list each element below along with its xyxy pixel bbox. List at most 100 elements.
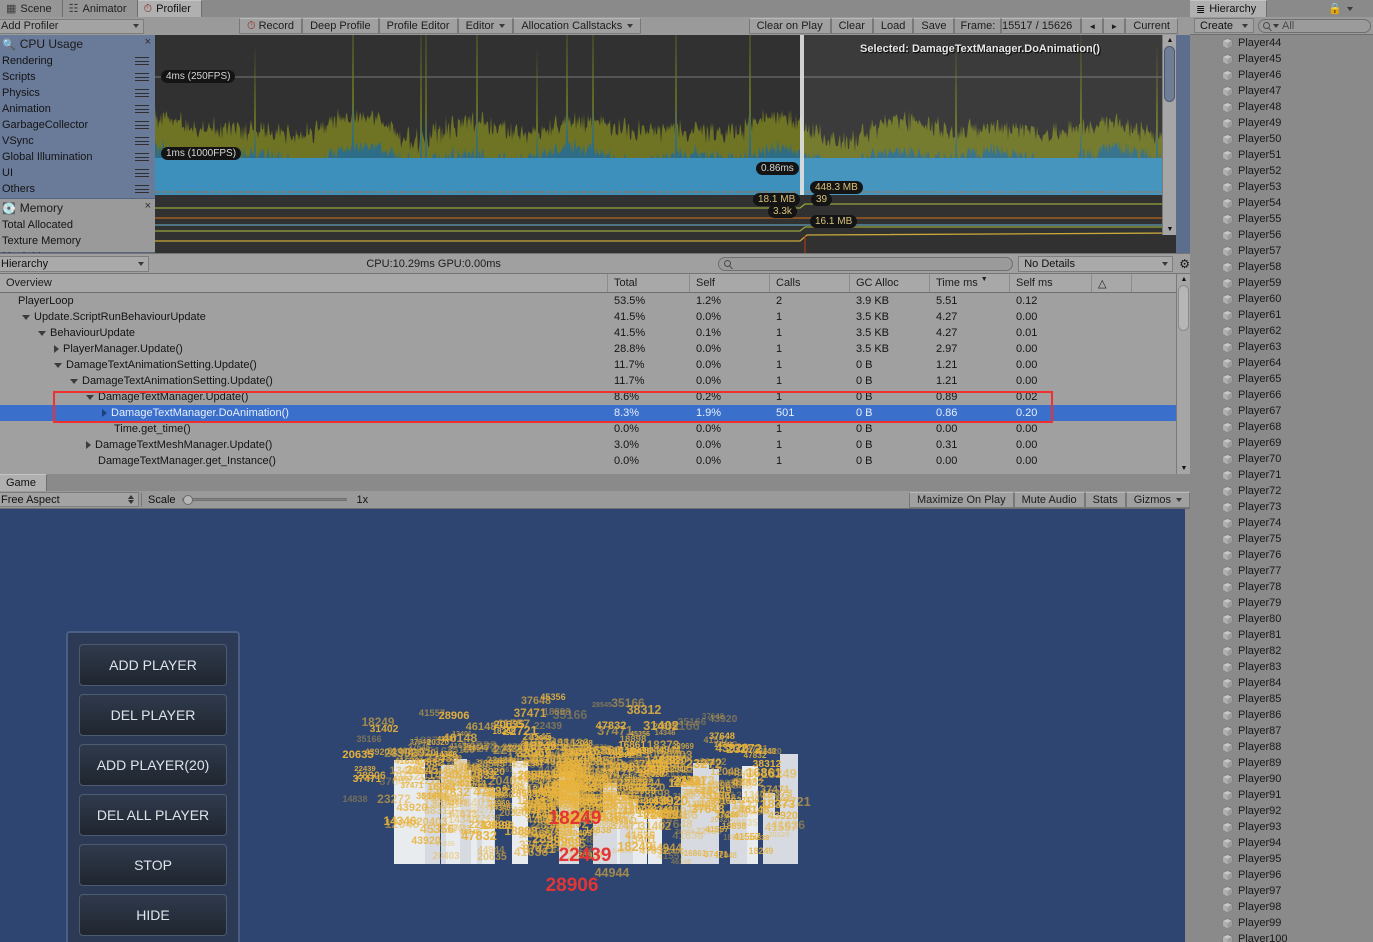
hierarchy-item[interactable]: Player63 bbox=[1190, 339, 1373, 355]
legend-vsync[interactable]: VSync bbox=[0, 133, 155, 149]
col-time-ms[interactable]: Time ms ▼ bbox=[930, 274, 1010, 292]
legend-physics[interactable]: Physics bbox=[0, 85, 155, 101]
hierarchy-item[interactable]: Player61 bbox=[1190, 307, 1373, 323]
hierarchy-item[interactable]: Player69 bbox=[1190, 435, 1373, 451]
hierarchy-item[interactable]: Player76 bbox=[1190, 547, 1373, 563]
hierarchy-item[interactable]: Player80 bbox=[1190, 611, 1373, 627]
hierarchy-item[interactable]: Player51 bbox=[1190, 147, 1373, 163]
hierarchy-item[interactable]: Player81 bbox=[1190, 627, 1373, 643]
hierarchy-search-input[interactable]: All bbox=[1258, 18, 1371, 33]
hierarchy-item[interactable]: Player97 bbox=[1190, 883, 1373, 899]
table-row[interactable]: DamageTextManager.get_Instance() 0.0% 0.0%… bbox=[0, 453, 1190, 469]
hierarchy-item[interactable]: Player49 bbox=[1190, 115, 1373, 131]
hierarchy-item[interactable]: Player73 bbox=[1190, 499, 1373, 515]
expand-toggle-closed-icon[interactable] bbox=[54, 345, 59, 353]
legend-global-illumination[interactable]: Global Illumination bbox=[0, 149, 155, 165]
scroll-down-icon[interactable]: ▼ bbox=[1177, 463, 1191, 474]
add-player-button[interactable]: ADD PLAYER bbox=[79, 644, 227, 686]
hierarchy-item[interactable]: Player91 bbox=[1190, 787, 1373, 803]
legend-animation[interactable]: Animation bbox=[0, 101, 155, 117]
hierarchy-item[interactable]: Player44 bbox=[1190, 35, 1373, 51]
load-button[interactable]: Load bbox=[872, 18, 914, 34]
cpu-usage-module[interactable]: 🔍 CPU Usage × Rendering Scripts Physics … bbox=[0, 35, 155, 199]
hierarchy-list[interactable]: Player44 Player45 Player46 Player47 Player48… bbox=[1190, 35, 1373, 942]
table-row[interactable]: DamageTextAnimationSetting.Update() 11.7%… bbox=[0, 357, 1190, 373]
hierarchy-item[interactable]: Player70 bbox=[1190, 451, 1373, 467]
drag-handle-icon[interactable] bbox=[135, 89, 149, 97]
clear-button[interactable]: Clear bbox=[830, 18, 873, 34]
aspect-dropdown[interactable]: Free Aspect bbox=[0, 492, 139, 507]
record-button[interactable]: ⏱ Record bbox=[239, 18, 303, 34]
scroll-up-icon[interactable]: ▲ bbox=[1163, 35, 1176, 46]
legend-garbagecollector[interactable]: GarbageCollector bbox=[0, 117, 155, 133]
hierarchy-item[interactable]: Player56 bbox=[1190, 227, 1373, 243]
drag-handle-icon[interactable] bbox=[135, 105, 149, 113]
hierarchy-item[interactable]: Player88 bbox=[1190, 739, 1373, 755]
table-row[interactable]: Time.get_time() 0.0% 0.0% 1 0 B 0.00 0.00 bbox=[0, 421, 1190, 437]
hierarchy-item[interactable]: Player78 bbox=[1190, 579, 1373, 595]
next-frame-button[interactable]: ► bbox=[1103, 18, 1126, 34]
search-input[interactable] bbox=[718, 256, 1014, 271]
memory-module[interactable]: 💽 Memory × Total Allocated Texture Memor… bbox=[0, 199, 155, 263]
del-all-player-button[interactable]: DEL ALL PLAYER bbox=[79, 794, 227, 836]
table-row[interactable]: BehaviourUpdate 41.5% 0.1% 1 3.5 KB 4.27 0.01 bbox=[0, 325, 1190, 341]
hierarchy-item[interactable]: Player64 bbox=[1190, 355, 1373, 371]
expand-toggle-closed-icon[interactable] bbox=[102, 409, 107, 417]
scrollbar-thumb[interactable] bbox=[1164, 46, 1175, 102]
table-row[interactable]: PlayerLoop 53.5% 1.2% 2 3.9 KB 5.51 0.12 bbox=[0, 293, 1190, 309]
view-mode-dropdown[interactable]: Hierarchy bbox=[0, 255, 149, 272]
col-self-ms[interactable]: Self ms bbox=[1010, 274, 1092, 292]
legend-total-allocated[interactable]: Total Allocated bbox=[0, 217, 155, 233]
hierarchy-item[interactable]: Player50 bbox=[1190, 131, 1373, 147]
hierarchy-item[interactable]: Player87 bbox=[1190, 723, 1373, 739]
hierarchy-item[interactable]: Player75 bbox=[1190, 531, 1373, 547]
hierarchy-item[interactable]: Player85 bbox=[1190, 691, 1373, 707]
tab-scene[interactable]: ▦ Scene bbox=[0, 0, 63, 17]
hierarchy-item[interactable]: Player100 bbox=[1190, 931, 1373, 942]
create-dropdown[interactable]: Create bbox=[1194, 18, 1255, 33]
hide-button[interactable]: HIDE bbox=[79, 894, 227, 936]
hierarchy-item[interactable]: Player45 bbox=[1190, 51, 1373, 67]
legend-others[interactable]: Others bbox=[0, 181, 155, 197]
editor-dropdown[interactable]: Editor bbox=[457, 18, 514, 34]
legend-rendering[interactable]: Rendering bbox=[0, 53, 155, 69]
hierarchy-item[interactable]: Player62 bbox=[1190, 323, 1373, 339]
expand-toggle-open-icon[interactable] bbox=[70, 378, 78, 384]
table-row[interactable]: DamageTextManager.Update() 8.6% 0.2% 1 0 B 0.… bbox=[0, 389, 1190, 405]
col-overview[interactable]: Overview bbox=[0, 274, 608, 292]
graph-vertical-scrollbar[interactable]: ▲ ▼ bbox=[1162, 35, 1176, 235]
profiler-graph[interactable]: Selected: DamageTextManager.DoAnimation(… bbox=[155, 35, 1176, 253]
table-row[interactable]: DamageTextManager.DoAnimation() 8.3% 1.9% 5… bbox=[0, 405, 1190, 421]
tab-hierarchy[interactable]: ≣ Hierarchy bbox=[1190, 0, 1268, 17]
col-total[interactable]: Total bbox=[608, 274, 690, 292]
hierarchy-item[interactable]: Player65 bbox=[1190, 371, 1373, 387]
hierarchy-item[interactable]: Player95 bbox=[1190, 851, 1373, 867]
hierarchy-item[interactable]: Player57 bbox=[1190, 243, 1373, 259]
hierarchy-item[interactable]: Player92 bbox=[1190, 803, 1373, 819]
table-vertical-scrollbar[interactable]: ▲ ▼ bbox=[1176, 274, 1190, 474]
hierarchy-item[interactable]: Player96 bbox=[1190, 867, 1373, 883]
stop-button[interactable]: STOP bbox=[79, 844, 227, 886]
current-frame-button[interactable]: Current bbox=[1125, 18, 1178, 34]
deep-profile-button[interactable]: Deep Profile bbox=[302, 18, 379, 34]
hierarchy-item[interactable]: Player55 bbox=[1190, 211, 1373, 227]
legend-ui[interactable]: UI bbox=[0, 165, 155, 181]
col-self[interactable]: Self bbox=[690, 274, 770, 292]
maximize-on-play-button[interactable]: Maximize On Play bbox=[908, 491, 1014, 508]
hierarchy-item[interactable]: Player58 bbox=[1190, 259, 1373, 275]
hierarchy-item[interactable]: Player53 bbox=[1190, 179, 1373, 195]
hierarchy-item[interactable]: Player90 bbox=[1190, 771, 1373, 787]
drag-handle-icon[interactable] bbox=[135, 137, 149, 145]
drag-handle-icon[interactable] bbox=[135, 153, 149, 161]
scroll-up-icon[interactable]: ▲ bbox=[1177, 274, 1191, 285]
table-row[interactable]: DamageTextAnimationSetting.Update() 11.7%… bbox=[0, 373, 1190, 389]
drag-handle-icon[interactable] bbox=[135, 121, 149, 129]
add-player-20-button[interactable]: ADD PLAYER(20) bbox=[79, 744, 227, 786]
col-warning[interactable]: △ bbox=[1092, 274, 1132, 292]
drag-handle-icon[interactable] bbox=[135, 185, 149, 193]
lock-icon[interactable]: 🔒 bbox=[1328, 2, 1353, 15]
hierarchy-item[interactable]: Player84 bbox=[1190, 675, 1373, 691]
col-gc-alloc[interactable]: GC Alloc bbox=[850, 274, 930, 292]
tab-game[interactable]: Game bbox=[0, 474, 47, 491]
hierarchy-item[interactable]: Player93 bbox=[1190, 819, 1373, 835]
